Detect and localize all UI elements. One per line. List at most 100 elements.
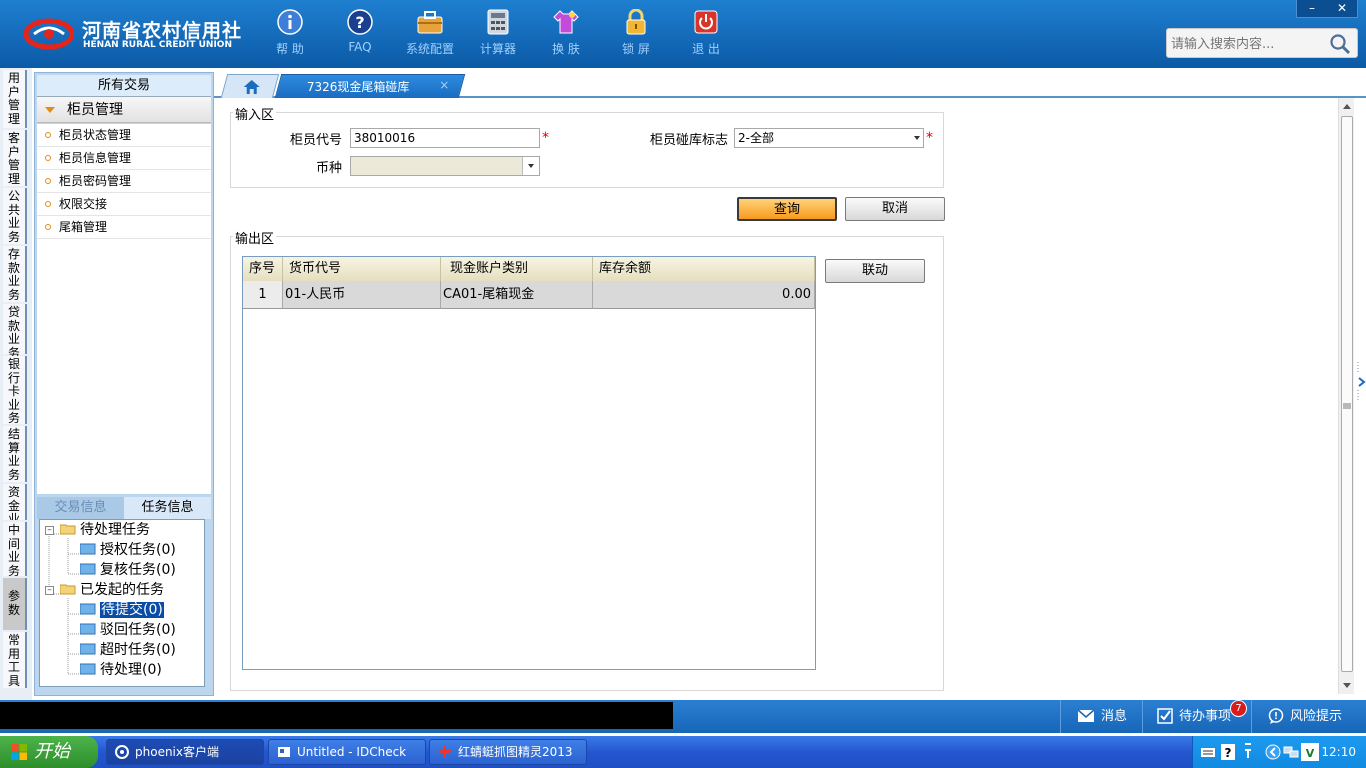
tree-node-timeout[interactable]: 超时任务(0) [80,640,176,660]
list-item-permission-handover[interactable]: 权限交接 [37,193,211,216]
vnav-parameters[interactable]: 参数 [3,578,27,630]
task-tree: – 待处理任务 授权任务(0) 复核任务(0) – 已发起的任务 待提交(0) … [39,519,205,687]
home-icon [243,80,260,94]
messages-button[interactable]: 消息 [1060,700,1142,733]
vnav-intermediate-business[interactable]: 中间业务 [3,522,27,577]
vnav-public-business[interactable]: 公共业务 [3,188,27,244]
tree-node-pending[interactable]: 待处理任务 [60,520,150,540]
collapse-toggle[interactable]: – [45,526,54,535]
app-tray-icon[interactable]: V [1301,743,1319,761]
calculator-button[interactable]: 计算器 [468,8,528,60]
tab-cash-box-check[interactable]: 7326现金尾箱碰库 × [274,74,466,98]
tab-trade-info[interactable]: 交易信息 [37,497,124,519]
vnav-customer-management[interactable]: 客户管理 [3,130,27,186]
list-item-tail-box[interactable]: 尾箱管理 [37,216,211,239]
vnav-common-tools[interactable]: 常用工具 [3,632,27,688]
tree-node-initiated[interactable]: 已发起的任务 [60,580,164,600]
app-header: 河南省农村信用社 HENAN RURAL CREDIT UNION 帮 助 ? … [0,0,1366,68]
tree-node-rejected[interactable]: 驳回任务(0) [80,620,176,640]
tab-close-icon[interactable]: × [439,78,449,92]
transaction-list: 柜员状态管理 柜员信息管理 柜员密码管理 权限交接 尾箱管理 [37,124,211,494]
task-screenshot-tool[interactable]: 红蜻蜓抓图精灵2013 [429,739,587,765]
table-cell-account-type[interactable]: CA01-尾箱现金 [441,281,593,309]
vnav-fund-business[interactable]: 资金业务 [3,484,27,520]
column-header-currency[interactable]: 货币代号 [283,257,441,281]
close-window-button[interactable]: ✕ [1327,0,1357,17]
bullet-icon [45,155,51,161]
teller-management-group[interactable]: 柜员管理 [37,97,211,123]
vnav-settlement-business[interactable]: 结算业务 [3,426,27,482]
bullet-icon [45,132,51,138]
all-transactions-title[interactable]: 所有交易 [37,75,211,97]
todo-label: 待办事项 [1179,709,1232,724]
phoenix-app-icon [115,745,129,759]
tree-node-auth[interactable]: 授权任务(0) [80,540,176,560]
column-header-no[interactable]: 序号 [243,257,283,281]
folder-open-icon [60,524,76,535]
logo-mark-icon [24,18,74,50]
required-mark: * [926,130,933,146]
list-item-teller-status[interactable]: 柜员状态管理 [37,124,211,147]
tree-node-to-submit[interactable]: 待提交(0) [80,600,164,620]
network-icon[interactable] [1283,744,1299,760]
table-cell-currency[interactable]: 01-人民币 [283,281,441,309]
vnav-user-management[interactable]: 用户管理 [3,70,27,128]
vnav-card-business[interactable]: 银行卡业务 [3,356,27,425]
bullet-icon [45,201,51,207]
list-item-teller-info[interactable]: 柜员信息管理 [37,147,211,170]
tree-node-to-process[interactable]: 待处理(0) [80,660,162,680]
list-item-teller-password[interactable]: 柜员密码管理 [37,170,211,193]
folder-icon [80,663,96,675]
skin-label: 换 肤 [552,42,580,56]
currency-select[interactable] [350,156,540,176]
keyboard-icon[interactable] [1201,745,1215,759]
vertical-scrollbar[interactable] [1338,98,1354,694]
chevron-down-icon [528,164,534,168]
help-button[interactable]: 帮 助 [260,8,320,60]
ime-icon[interactable] [1243,742,1253,760]
column-header-balance[interactable]: 库存余额 [593,257,815,281]
search-input[interactable] [1171,34,1321,54]
logo: 河南省农村信用社 HENAN RURAL CREDIT UNION [24,14,241,54]
dropdown-button[interactable] [522,157,539,175]
folder-icon [80,623,96,635]
exit-button[interactable]: 退 出 [676,8,736,60]
system-config-button[interactable]: 系统配置 [400,8,460,60]
lock-screen-button[interactable]: 锁 屏 [606,8,666,60]
collapse-right-panel-icon[interactable] [1356,360,1366,404]
idcheck-app-icon [278,747,290,757]
chevron-left-icon[interactable] [1265,744,1281,760]
vnav-loan-business[interactable]: 贷款业务 [3,304,27,359]
link-button[interactable]: 联动 [825,259,925,283]
shirt-icon [553,10,579,34]
minimize-button[interactable]: – [1297,0,1327,17]
table-cell-no[interactable]: 1 [243,281,283,309]
teller-flag-select[interactable]: 2-全部 [734,128,924,148]
start-button[interactable]: 开始 [0,736,98,768]
risk-alert-button[interactable]: 风险提示 [1251,700,1366,733]
task-idcheck[interactable]: Untitled - IDCheck [268,739,426,765]
windows-logo-icon [11,744,27,760]
scroll-down-icon[interactable] [1343,683,1351,688]
task-phoenix-client[interactable]: phoenix客户端 [106,739,264,765]
item-label: 权限交接 [59,197,108,211]
collapse-toggle[interactable]: – [45,586,54,595]
tree-node-review[interactable]: 复核任务(0) [80,560,176,580]
exit-label: 退 出 [692,42,720,56]
tab-task-info[interactable]: 任务信息 [124,497,211,519]
help-tray-icon[interactable]: ? [1221,744,1235,760]
scroll-thumb[interactable] [1341,116,1353,672]
table-cell-balance[interactable]: 0.00 [593,281,815,309]
query-button[interactable]: 查询 [737,197,837,221]
scroll-up-icon[interactable] [1343,104,1351,109]
skin-button[interactable]: 换 肤 [536,8,596,60]
power-icon [694,10,718,34]
search-icon[interactable] [1329,33,1351,55]
vnav-deposit-business[interactable]: 存款业务 [3,246,27,302]
cancel-button[interactable]: 取消 [845,197,945,221]
column-header-account-type[interactable]: 现金账户类别 [441,257,593,281]
tab-home[interactable] [220,74,280,98]
faq-button[interactable]: ? FAQ [330,8,390,60]
faq-label: FAQ [348,40,372,54]
teller-code-input[interactable] [350,128,540,148]
